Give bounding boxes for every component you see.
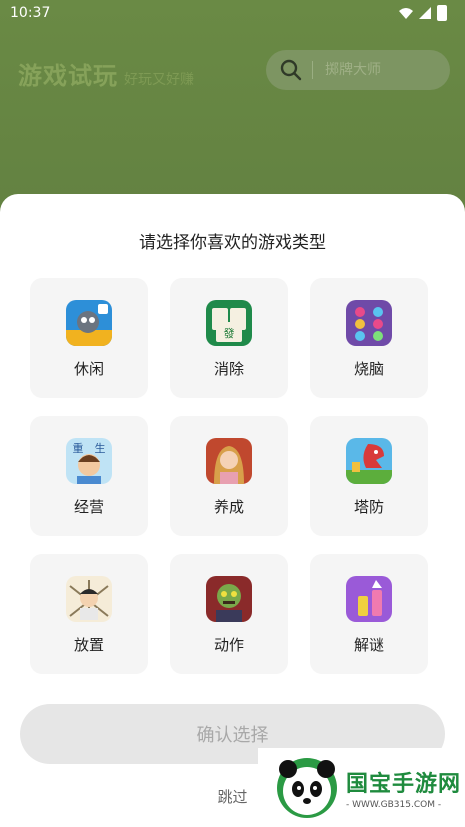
category-raise[interactable]: 养成 [170, 416, 288, 536]
raising-icon [206, 438, 252, 484]
category-action[interactable]: 动作 [170, 554, 288, 674]
watermark: 国宝手游网 - WWW.GB315.COM - [258, 748, 465, 827]
svg-text:重: 重 [73, 441, 84, 455]
tower-defense-icon [346, 438, 392, 484]
search-bar[interactable] [266, 50, 450, 90]
category-label: 消除 [213, 360, 244, 378]
watermark-main: 国宝手游网 [346, 771, 462, 797]
svg-text:發: 發 [224, 326, 235, 340]
category-label: 塔防 [353, 498, 384, 516]
puzzle-icon [346, 300, 392, 346]
search-input[interactable] [323, 61, 437, 79]
category-brain[interactable]: 烧脑 [310, 278, 428, 398]
category-idle[interactable]: 放置 [30, 554, 148, 674]
battery-icon [437, 5, 447, 21]
mahjong-icon: 發 [206, 300, 252, 346]
category-label: 动作 [213, 636, 244, 654]
watermark-url: - WWW.GB315.COM - [346, 799, 442, 810]
status-icons [399, 5, 447, 21]
casual-game-icon [66, 300, 112, 346]
status-bar: 10:37 [0, 0, 465, 26]
category-match[interactable]: 發 消除 [170, 278, 288, 398]
signal-icon [419, 7, 431, 19]
category-casual[interactable]: 休闲 [30, 278, 148, 398]
page-title: 游戏试玩 [18, 62, 118, 90]
category-label: 烧脑 [353, 360, 384, 378]
sheet-title: 请选择你喜欢的游戏类型 [139, 233, 326, 253]
category-label: 养成 [213, 498, 244, 516]
business-icon: 重生 [66, 438, 112, 484]
category-business[interactable]: 重生 经营 [30, 416, 148, 536]
category-riddle[interactable]: 解谜 [310, 554, 428, 674]
panda-logo-icon [277, 757, 337, 818]
wifi-icon [399, 8, 413, 19]
category-label: 经营 [73, 498, 104, 516]
game-type-sheet: 请选择你喜欢的游戏类型 休闲 發 消除 烧脑 重生 经营 养成 塔防 放置 动作… [0, 194, 465, 827]
riddle-icon [346, 576, 392, 622]
header: 游戏试玩 好玩又好赚 [18, 56, 194, 91]
category-label: 休闲 [73, 360, 104, 378]
page-subtitle: 好玩又好赚 [124, 72, 194, 88]
watermark-text: 国宝手游网 - WWW.GB315.COM - [346, 766, 461, 810]
svg-text:生: 生 [95, 441, 106, 455]
idle-icon [66, 576, 112, 622]
search-icon [280, 59, 302, 81]
category-grid: 休闲 發 消除 烧脑 重生 经营 养成 塔防 放置 动作 解谜 [30, 278, 435, 674]
category-label: 放置 [73, 636, 104, 654]
search-divider [312, 61, 313, 79]
action-icon [206, 576, 252, 622]
category-label: 解谜 [353, 636, 384, 654]
category-tower-defense[interactable]: 塔防 [310, 416, 428, 536]
status-time: 10:37 [10, 5, 51, 21]
